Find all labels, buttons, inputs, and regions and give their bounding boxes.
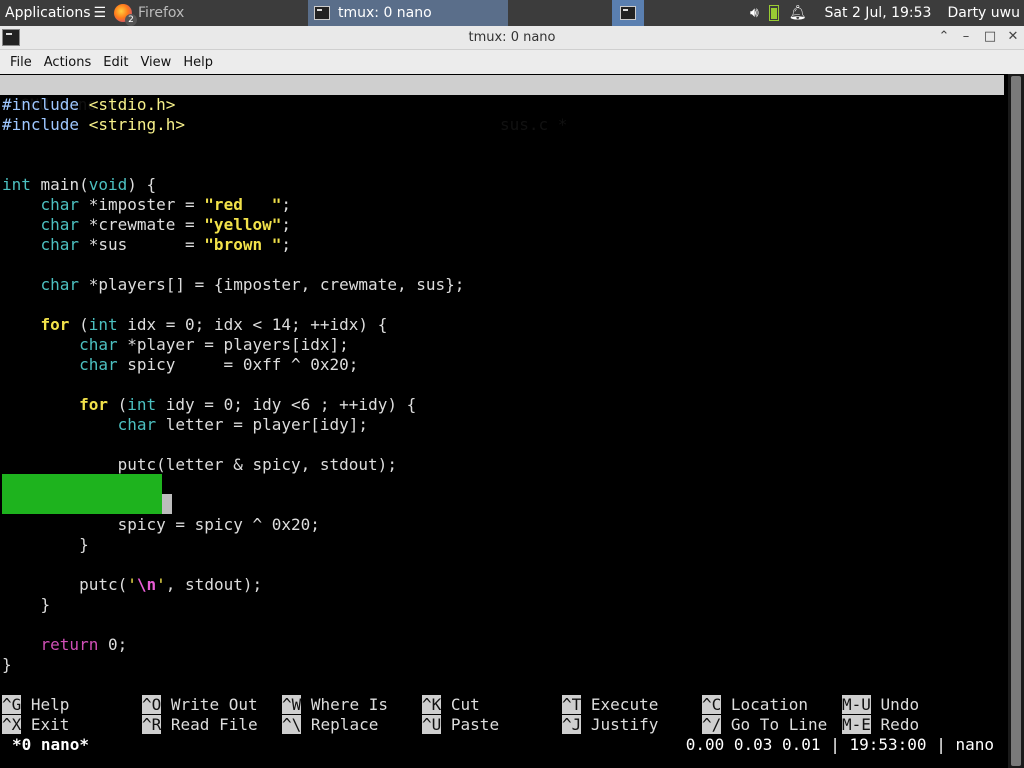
scrollbar-thumb[interactable] <box>1011 76 1021 766</box>
code-line: char letter = player[idy]; <box>117 415 369 434</box>
tmux-clock: 19:53:00 <box>849 735 927 754</box>
terminal-scrollbar[interactable] <box>1008 74 1024 768</box>
shortcut-help[interactable]: ^G Help <box>2 695 69 715</box>
code-line: for (int idx = 0; idx < 14; ++idx) { <box>40 315 388 334</box>
minimize-button[interactable]: – <box>958 29 974 44</box>
applications-menu[interactable]: Applications ☰ <box>0 0 108 26</box>
taskbar-firefox[interactable]: 2 Firefox <box>108 0 306 26</box>
code-line: #include <stdio.h> <box>2 95 176 114</box>
notification-bell-icon[interactable]: 🔔︎ <box>789 5 807 21</box>
terminal-launcher[interactable] <box>611 0 644 26</box>
menu-actions[interactable]: Actions <box>38 55 98 70</box>
clock[interactable]: Sat 2 Jul, 19:53 <box>825 5 932 21</box>
load-average: 0.00 0.03 0.01 <box>685 735 821 754</box>
tmux-session-name: nano <box>955 735 994 754</box>
firefox-task-label: Firefox <box>138 5 185 21</box>
menu-edit[interactable]: Edit <box>97 55 134 70</box>
menu-bar: File Actions Edit View Help <box>0 50 1024 74</box>
text-cursor <box>162 494 172 514</box>
window-title: tmux: 0 nano <box>468 30 556 45</box>
system-tray: 🔊︎ 🔔︎ Sat 2 Jul, 19:53 Darty uwu <box>750 5 1024 21</box>
tmux-status-right: 0.00 0.03 0.01 | 19:53:00 | nano <box>685 735 994 754</box>
nano-filename: sus.c * <box>500 115 568 134</box>
shortcut-read-file[interactable]: ^R Read File <box>142 715 258 735</box>
battery-icon[interactable] <box>768 5 779 21</box>
user-menu[interactable]: Darty uwu <box>947 5 1020 21</box>
shortcut-go-to-line[interactable]: ^/ Go To Line <box>702 715 827 735</box>
tmux-window-tab[interactable]: *0 nano* <box>12 734 89 756</box>
shortcut-undo[interactable]: M-U Undo <box>842 695 919 715</box>
shade-button[interactable]: ⌃ <box>936 29 952 44</box>
code-line: } <box>2 535 89 554</box>
code-line: char *crewmate = "yellow"; <box>40 215 291 234</box>
firefox-window-count: 2 <box>125 14 137 26</box>
shortcut-execute[interactable]: ^T Execute <box>562 695 658 715</box>
close-button[interactable]: ✕ <box>1005 29 1021 44</box>
applications-label: Applications <box>5 5 91 21</box>
menu-help[interactable]: Help <box>177 55 219 70</box>
tmux-task-label: tmux: 0 nano <box>338 5 432 21</box>
code-line: char *sus = "brown "; <box>40 235 291 254</box>
volume-icon[interactable]: 🔊︎ <box>750 5 759 21</box>
terminal-view[interactable]: GNU nano 6.2 sus.c * #include <stdio.h> … <box>0 74 1008 768</box>
shortcut-redo[interactable]: M-E Redo <box>842 715 919 735</box>
terminal-icon <box>314 6 330 20</box>
shortcut-paste[interactable]: ^U Paste <box>422 715 499 735</box>
terminal-launcher-icon <box>619 6 636 20</box>
taskbar-tmux[interactable]: tmux: 0 nano <box>308 0 508 26</box>
shortcut-location[interactable]: ^C Location <box>702 695 808 715</box>
code-line: char *players[] = {imposter, crewmate, s… <box>40 275 465 294</box>
code-line: putc('\n', stdout); <box>2 575 263 594</box>
shortcut-write-out[interactable]: ^O Write Out <box>142 695 258 715</box>
shortcut-cut[interactable]: ^K Cut <box>422 695 480 715</box>
tmux-status-bar: *0 nano* 0.00 0.03 0.01 | 19:53:00 | nan… <box>0 734 1008 756</box>
top-panel: Applications ☰ 2 Firefox tmux: 0 nano 🔊︎… <box>0 0 1024 26</box>
code-line: putc(letter & spicy, stdout); <box>2 455 397 474</box>
firefox-icon: 2 <box>114 4 137 26</box>
shortcut-where-is[interactable]: ^W Where Is <box>282 695 388 715</box>
code-line: char *player = players[idx]; <box>79 335 349 354</box>
window-titlebar[interactable]: tmux: 0 nano ⌃ – □ ✕ <box>0 26 1024 50</box>
shortcut-justify[interactable]: ^J Justify <box>562 715 658 735</box>
code-line: char spicy = 0xff ^ 0x20; <box>79 355 359 374</box>
code-line: spicy = spicy ^ 0x20; <box>2 515 320 534</box>
nano-title-bar: GNU nano 6.2 sus.c * <box>0 75 1004 134</box>
shortcut-exit[interactable]: ^X Exit <box>2 715 69 735</box>
maximize-button[interactable]: □ <box>982 29 998 44</box>
shortcut-replace[interactable]: ^\ Replace <box>282 715 378 735</box>
code-line: return 0; <box>40 635 128 654</box>
code-line: char *imposter = "red "; <box>40 195 291 214</box>
code-line: } <box>2 655 12 674</box>
applications-suffix: ☰ <box>93 5 107 21</box>
selection-highlight <box>2 474 162 514</box>
code-line: int main(void) { <box>2 175 157 194</box>
code-line: #include <string.h> <box>2 115 186 134</box>
code-line: for (int idy = 0; idy <6 ; ++idy) { <box>79 395 417 414</box>
code-line: } <box>2 595 51 614</box>
menu-file[interactable]: File <box>4 55 38 70</box>
menu-view[interactable]: View <box>134 55 177 70</box>
